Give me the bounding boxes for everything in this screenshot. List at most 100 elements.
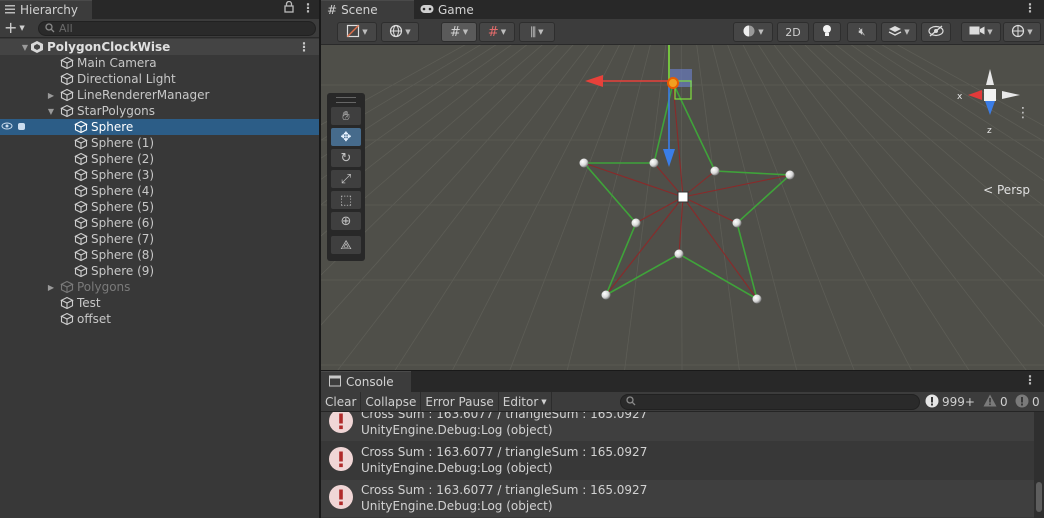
rect-tool-button[interactable]: ⬚ — [331, 191, 361, 209]
scene-overlay-menu-icon[interactable]: ⋮ — [1016, 105, 1030, 121]
console-entry[interactable]: Cross Sum : 163.6077 / triangleSum : 165… — [321, 480, 1034, 517]
perspective-toggle[interactable]: < Persp — [983, 183, 1030, 197]
rotate-tool-button[interactable]: ↻ — [331, 149, 361, 167]
tool-palette-grip[interactable] — [336, 97, 356, 103]
lock-icon[interactable] — [284, 0, 294, 16]
console-panel: Console ⋮ Clear Collapse Error Pause Edi… — [321, 371, 1044, 518]
gizmo-center-cube[interactable] — [984, 89, 996, 101]
warning-count-toggle[interactable]: 0 — [983, 393, 1008, 411]
draw-mode-button[interactable]: ▼ — [337, 22, 377, 42]
hierarchy-item[interactable]: Test — [0, 295, 320, 311]
console-tab[interactable]: Console — [321, 371, 411, 392]
gameobject-cube-icon — [74, 136, 88, 150]
visibility-toggle[interactable] — [1, 120, 29, 134]
gizmos-button[interactable]: ▼ — [1003, 22, 1041, 42]
console-entry[interactable]: Cross Sum : 163.6077 / triangleSum : 165… — [321, 442, 1034, 479]
console-scrollbar[interactable] — [1034, 412, 1044, 518]
log-count-toggle[interactable]: 999+ — [925, 393, 975, 411]
transform-tool-button[interactable]: ⊕ — [331, 212, 361, 230]
expand-arrow-icon[interactable]: ▼ — [46, 107, 56, 116]
error-pause-button[interactable]: Error Pause — [421, 391, 499, 412]
console-search[interactable] — [620, 394, 920, 410]
hierarchy-item[interactable]: Sphere — [0, 119, 320, 135]
move-gizmo[interactable] — [585, 45, 692, 167]
hierarchy-search-input[interactable] — [59, 22, 299, 35]
expand-arrow-icon[interactable]: ▼ — [20, 43, 30, 52]
hand-tool-button[interactable]: ✋︎ — [331, 107, 361, 125]
more-options-icon[interactable]: ⋮ — [302, 1, 314, 16]
hierarchy-item[interactable]: ▼ StarPolygons — [0, 103, 320, 119]
scene-canvas[interactable]: x z — [321, 0, 1044, 370]
hierarchy-item[interactable]: ▶ LineRendererManager — [0, 87, 320, 103]
clear-button[interactable]: Clear — [321, 391, 362, 412]
console-menu-icon[interactable]: ⋮ — [1024, 373, 1036, 387]
hierarchy-item[interactable]: Sphere (2) — [0, 151, 320, 167]
hierarchy-item[interactable]: Sphere (7) — [0, 231, 320, 247]
grid-snap-button[interactable]: # ▼ — [441, 22, 477, 42]
error-count-toggle[interactable]: 0 — [1015, 393, 1040, 411]
hierarchy-item-label: Directional Light — [77, 72, 176, 86]
camera-settings-button[interactable]: ▼ — [961, 22, 1001, 42]
move-tool-button[interactable]: ✥ — [331, 128, 361, 146]
render-mode-button[interactable]: ▼ — [733, 22, 773, 42]
audio-toggle-button[interactable]: 🔇︎ — [847, 22, 877, 42]
scale-tool-button[interactable]: ⤢ — [331, 170, 361, 188]
sphere-marker — [579, 158, 589, 168]
hierarchy-item[interactable]: Sphere (6) — [0, 215, 320, 231]
scene-visibility-button[interactable] — [921, 22, 951, 42]
hierarchy-item[interactable]: Main Camera — [0, 55, 320, 71]
collapse-button[interactable]: Collapse — [361, 391, 422, 412]
hierarchy-item[interactable]: Sphere (4) — [0, 183, 320, 199]
scene-root-row[interactable]: ▼ PolygonClockWise ⋮ — [0, 39, 320, 55]
error-count: 0 — [1032, 395, 1040, 409]
gizmo-z-arrow[interactable] — [663, 149, 675, 167]
tab-game[interactable]: Game — [414, 0, 489, 19]
console-entry[interactable]: Cross Sum : 163.6077 / triangleSum : 165… — [321, 412, 1034, 441]
gizmo-x-cone[interactable] — [968, 90, 982, 100]
hierarchy-item[interactable]: Sphere (9) — [0, 263, 320, 279]
hierarchy-item[interactable]: Directional Light — [0, 71, 320, 87]
console-scrollbar-thumb[interactable] — [1036, 482, 1042, 512]
snap-increment-button[interactable]: # ▼ — [479, 22, 515, 42]
gameobject-cube-icon — [74, 264, 88, 278]
effects-button[interactable]: ▼ — [881, 22, 917, 42]
toggle-2d-button[interactable]: 2D — [777, 22, 809, 42]
gizmo-pivot[interactable] — [667, 77, 679, 89]
scene-menu-icon[interactable]: ⋮ — [298, 40, 310, 54]
hierarchy-item[interactable]: offset — [0, 311, 320, 327]
gizmo-y-cone[interactable] — [986, 69, 994, 85]
console-log-list[interactable]: Cross Sum : 163.6077 / triangleSum : 165… — [321, 412, 1034, 518]
grid-icon: # — [327, 3, 338, 17]
sphere-marker — [649, 158, 659, 168]
sphere-marker — [710, 166, 720, 176]
tab-scene[interactable]: # Scene — [321, 0, 414, 19]
hierarchy-item-label: LineRendererManager — [77, 88, 210, 102]
star-center-handle[interactable] — [677, 191, 689, 203]
lighting-toggle-button[interactable] — [813, 22, 841, 42]
gizmo-negx-cone[interactable] — [1002, 91, 1020, 99]
gizmo-z-cone[interactable] — [985, 101, 995, 115]
hierarchy-toolbar: + ▼ — [0, 19, 320, 38]
custom-tool-button[interactable]: ⟁ — [331, 236, 361, 254]
expand-arrow-icon[interactable]: ▶ — [46, 283, 56, 292]
hierarchy-tab[interactable]: Hierarchy — [0, 0, 92, 19]
hierarchy-item[interactable]: Sphere (8) — [0, 247, 320, 263]
scene-viewport[interactable]: x z ✋︎ ✥ ↻ ⤢ ⬚ ⊕ ⟁ ⋮ < Persp — [321, 0, 1044, 370]
hierarchy-item[interactable]: Sphere (1) — [0, 135, 320, 151]
hierarchy-item[interactable]: Sphere (5) — [0, 199, 320, 215]
hierarchy-item[interactable]: Sphere (3) — [0, 167, 320, 183]
grid-settings-button[interactable]: ⫼ ▼ — [519, 22, 555, 42]
console-icon — [329, 375, 341, 390]
editor-dropdown[interactable]: Editor ▼ — [499, 391, 552, 412]
expand-arrow-icon[interactable]: ▶ — [46, 91, 56, 100]
add-object-button[interactable]: + ▼ — [0, 20, 30, 36]
hierarchy-search[interactable] — [38, 21, 316, 36]
scene-view[interactable]: # Scene Game ⋮ ▼ ▼ # ▼ # ▼ ⫼ ▼ ▼ 2D 🔇︎ ▼… — [321, 0, 1044, 370]
scene-menu-icon[interactable]: ⋮ — [1024, 1, 1036, 15]
lightbulb-icon — [821, 24, 833, 41]
hierarchy-panel: Hierarchy ⋮ + ▼ ▼ PolygonClockWise ⋮ Mai… — [0, 0, 320, 518]
hierarchy-item[interactable]: ▶ Polygons — [0, 279, 320, 295]
console-search-input[interactable] — [636, 395, 906, 409]
star-outline-path — [582, 80, 792, 301]
global-local-button[interactable]: ▼ — [381, 22, 419, 42]
